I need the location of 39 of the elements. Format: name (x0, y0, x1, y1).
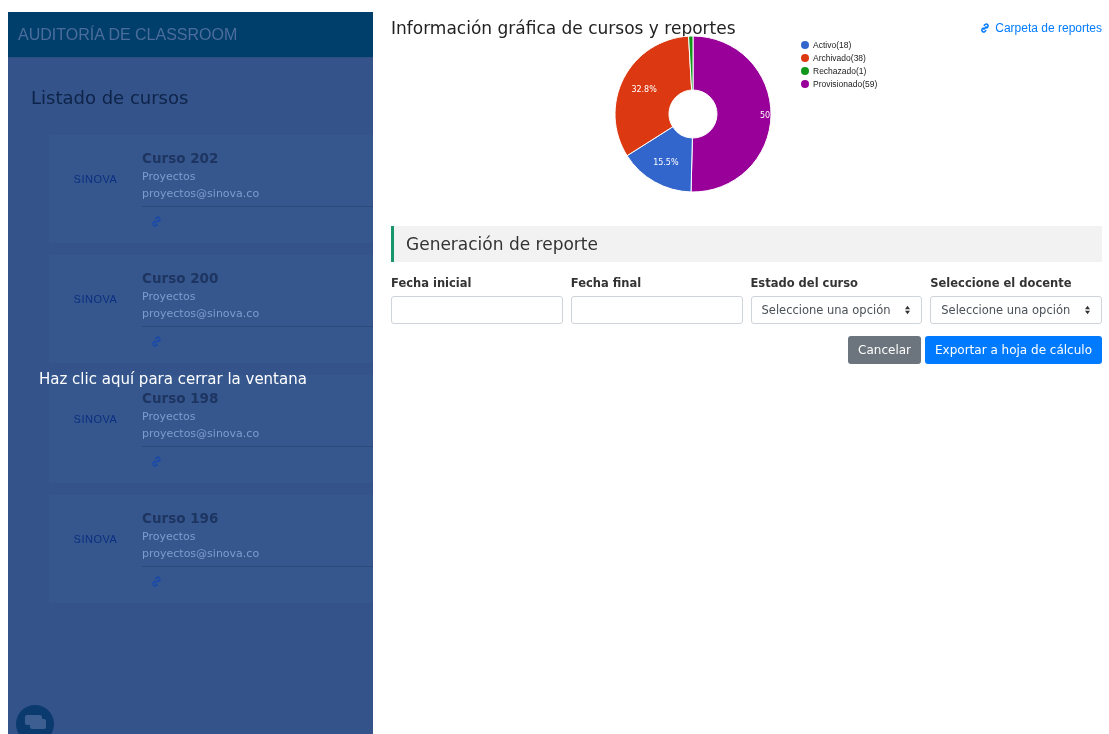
link-icon[interactable] (150, 575, 163, 588)
course-email: proyectos@sinova.co (142, 547, 261, 560)
date-input[interactable] (391, 296, 563, 324)
cancel-button[interactable]: Cancelar (848, 336, 921, 364)
course-email: proyectos@sinova.co (142, 427, 261, 440)
reports-folder-link[interactable]: Carpeta de reportes (979, 20, 1102, 36)
link-icon[interactable] (150, 335, 163, 348)
section-title: Información gráfica de cursos y reportes (391, 18, 737, 38)
link-icon[interactable] (150, 215, 163, 228)
app-title: AUDITORÍA DE CLASSROOM (18, 25, 238, 44)
date-input[interactable] (570, 296, 743, 324)
report-heading: Generación de reporte (391, 226, 1102, 262)
legend-label: Activo(18) (813, 39, 852, 50)
field-label: Fecha final (570, 276, 643, 290)
select-dropdown[interactable]: Seleccione una opción (930, 296, 1102, 324)
value-label: 50 (760, 110, 771, 120)
export-button[interactable]: Exportar a hoja de cálculo (925, 336, 1102, 364)
link-icon (979, 22, 992, 34)
course-email: proyectos@sinova.co (142, 307, 261, 320)
course-department: Proyectos (142, 170, 197, 183)
value-label: 15.5% (653, 157, 679, 167)
value-label: 32.8% (631, 84, 657, 94)
course-department: Proyectos (142, 530, 197, 543)
course-department: Proyectos (142, 290, 197, 303)
field-label: Fecha inicial (391, 276, 473, 290)
caret-icon (904, 305, 912, 315)
legend-label: Provisionado(59) (813, 78, 878, 89)
field-label: Estado del curso (750, 276, 859, 290)
course-email: proyectos@sinova.co (142, 187, 261, 200)
link-icon[interactable] (150, 455, 163, 468)
field-label: Seleccione el docente (930, 276, 1073, 290)
select-dropdown[interactable]: Seleccione una opción (750, 296, 923, 324)
caret-icon (1084, 305, 1091, 315)
list-heading: Listado de cursos (31, 87, 190, 108)
legend-label: Rechazado(1) (813, 65, 867, 76)
close-overlay-message[interactable]: Haz clic aquí para cerrar la ventana (39, 370, 307, 388)
course-department: Proyectos (142, 410, 197, 423)
legend-label: Archivado(38) (813, 52, 866, 63)
chat-bubble-icon[interactable] (15, 704, 55, 734)
